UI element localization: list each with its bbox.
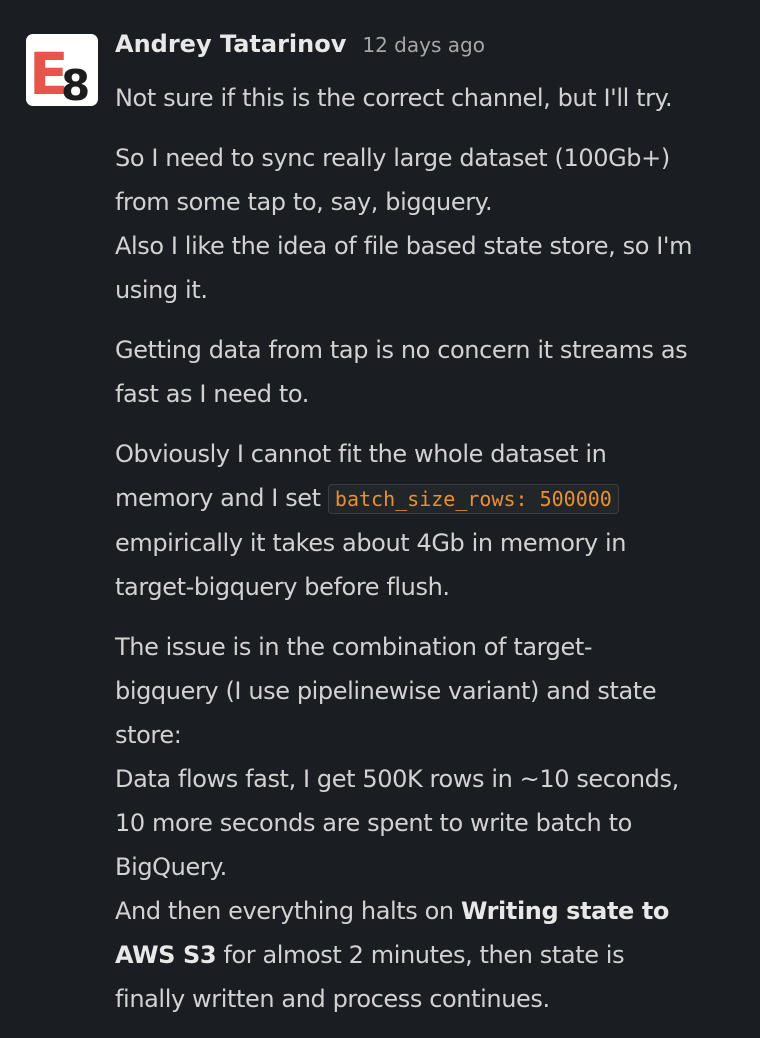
message-line: Data flows fast, I get 500K rows in ~10 … [115, 765, 679, 793]
message-line: And then everything halts on Writing sta… [115, 889, 760, 933]
message-paragraph-3: Getting data from tap is no concern it s… [115, 328, 760, 416]
message-paragraph-2: So I need to sync really large dataset (… [115, 136, 760, 312]
message-line: memory and I set batch_size_rows: 500000 [115, 476, 760, 521]
e8-logo-icon: E 8 [29, 40, 90, 106]
message-line: AWS S3 for almost 2 minutes, then state … [115, 933, 760, 977]
message-line: The issue is in the combination of targe… [115, 633, 593, 661]
message-line: BigQuery. [115, 853, 227, 881]
message-text: for almost 2 minutes, then state is [216, 941, 625, 969]
message-paragraph-5: The issue is in the combination of targe… [115, 625, 760, 1021]
message-text: And then everything halts on [115, 897, 461, 925]
avatar[interactable]: E 8 [26, 34, 98, 106]
avatar-digit-8: 8 [61, 61, 90, 106]
message-header: Andrey Tatarinov 12 days ago [115, 30, 760, 76]
author-name[interactable]: Andrey Tatarinov [115, 30, 346, 58]
message-paragraph-1: Not sure if this is the correct channel,… [115, 76, 760, 120]
message-line: Obviously I cannot fit the whole dataset… [115, 440, 607, 468]
message-text: memory and I set [115, 484, 328, 512]
message-line: So I need to sync really large dataset (… [115, 144, 670, 172]
message-line: empirically it takes about 4Gb in memory… [115, 529, 627, 557]
message-line: 10 more seconds are spent to write batch… [115, 809, 632, 837]
message-line: bigquery (I use pipelinewise variant) an… [115, 677, 657, 705]
bold-text: Writing state to [460, 897, 670, 925]
message-paragraph-4: Obviously I cannot fit the whole dataset… [115, 432, 760, 609]
message-line: using it. [115, 276, 208, 304]
message-line: finally written and process continues. [115, 985, 550, 1013]
message-line: fast as I need to. [115, 380, 309, 408]
message-line: Getting data from tap is no concern it s… [115, 336, 688, 364]
timestamp[interactable]: 12 days ago [362, 33, 485, 57]
bold-text: AWS S3 [115, 941, 217, 969]
message-line: store: [115, 721, 182, 749]
message-line: from some tap to, say, bigquery. [115, 188, 493, 216]
message-content: Andrey Tatarinov 12 days ago Not sure if… [115, 30, 760, 1037]
message-line: Also I like the idea of file based state… [115, 232, 693, 260]
chat-message: E 8 Andrey Tatarinov 12 days ago Not sur… [0, 0, 760, 1038]
inline-code: batch_size_rows: 500000 [327, 484, 619, 514]
message-line: Not sure if this is the correct channel,… [115, 84, 673, 112]
message-line: target-bigquery before flush. [115, 573, 450, 601]
